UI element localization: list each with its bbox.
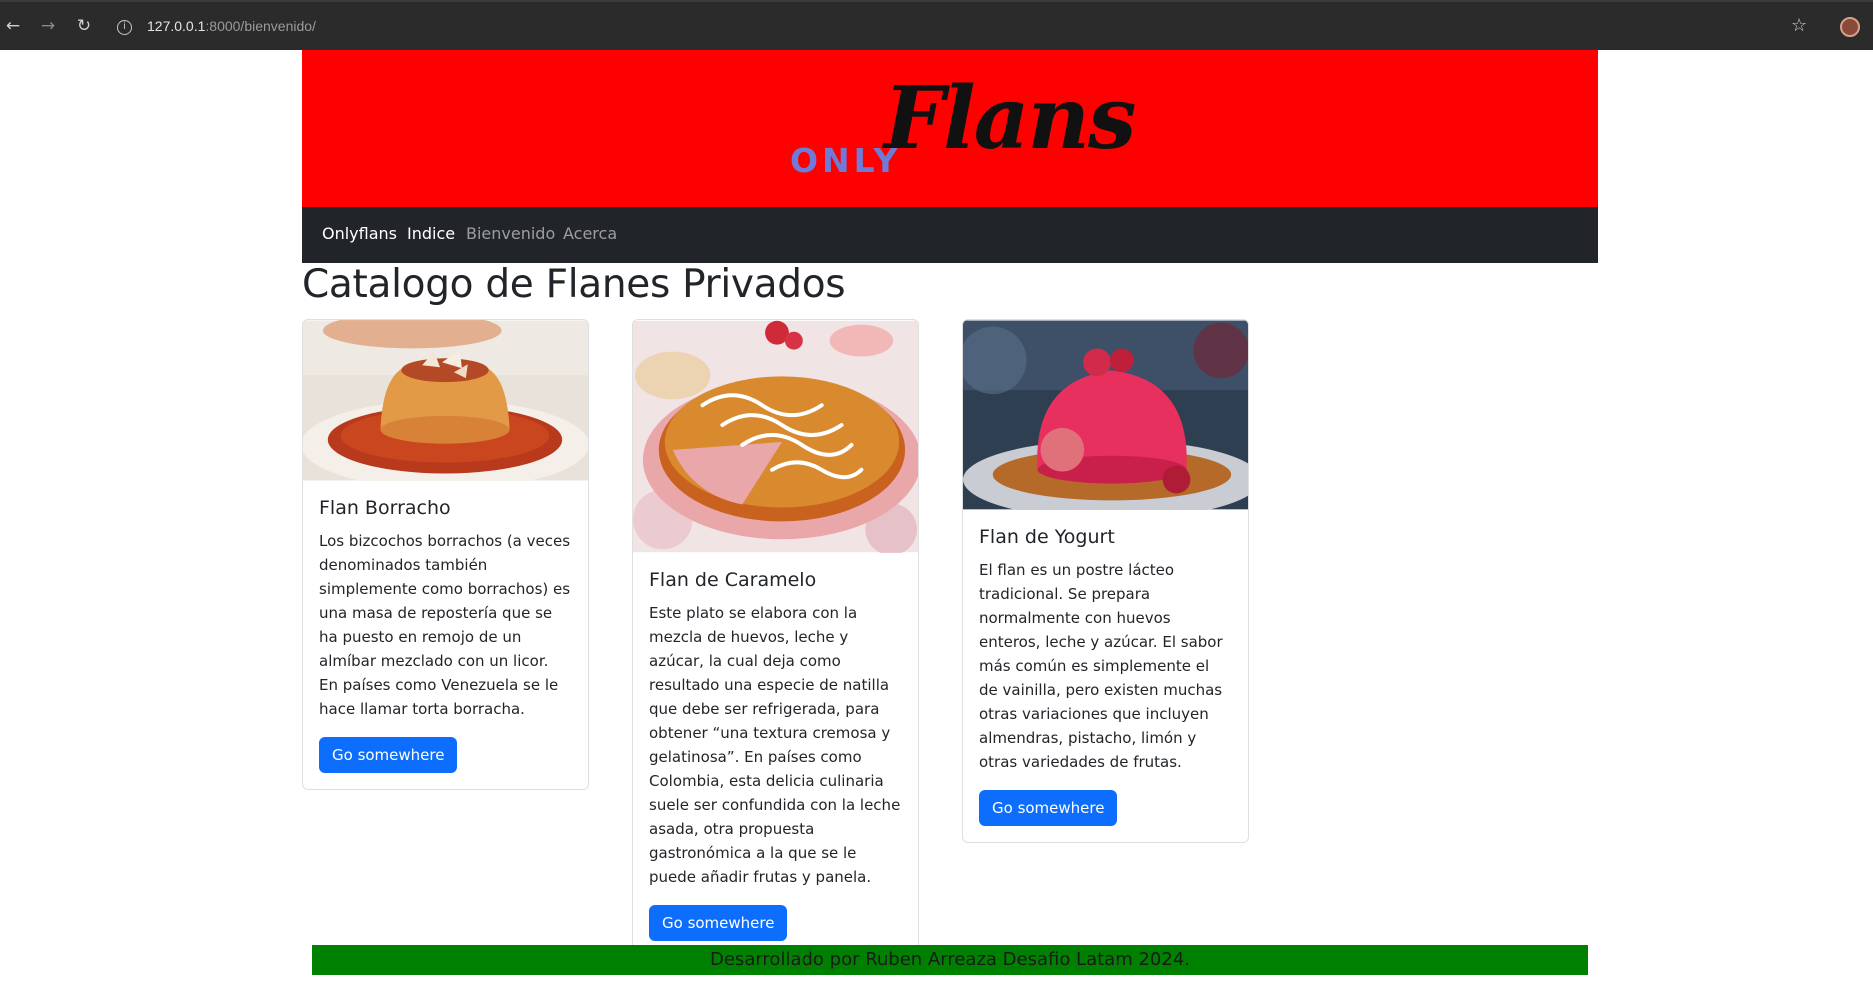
nav-link-indice[interactable]: Indice [407, 224, 455, 243]
card-body: Flan de Caramelo Este plato se elabora c… [633, 553, 918, 957]
card-flan-de-caramelo: Flan de Caramelo Este plato se elabora c… [632, 319, 919, 958]
card-title: Flan de Yogurt [979, 526, 1115, 548]
url-path: :8000/bienvenido/ [205, 18, 316, 34]
card-title: Flan Borracho [319, 497, 451, 519]
nav-link-acerca[interactable]: Acerca [563, 224, 617, 243]
card-flan-borracho: Flan Borracho Los bizcochos borrachos (a… [302, 319, 589, 790]
main-navbar: Onlyflans Indice Bienvenido Acerca [302, 207, 1598, 263]
card-flan-de-yogurt: Flan de Yogurt El flan es un postre láct… [962, 319, 1249, 843]
go-somewhere-button[interactable]: Go somewhere [979, 790, 1118, 826]
site-info-icon[interactable]: i [117, 20, 132, 35]
flan-de-yogurt-image [963, 320, 1248, 510]
navbar-brand[interactable]: Onlyflans [322, 224, 397, 243]
back-arrow-icon[interactable]: ← [2, 15, 24, 37]
page-title: Catalogo de Flanes Privados [302, 262, 846, 307]
flan-borracho-image [303, 320, 588, 481]
browser-toolbar: ← → ↻ i 127.0.0.1:8000/bienvenido/ ☆ [0, 0, 1873, 50]
card-body: Flan Borracho Los bizcochos borrachos (a… [303, 481, 588, 789]
logo-flans-text: Flans [884, 68, 1136, 169]
card-text: El flan es un postre lácteo tradicional.… [979, 561, 1223, 771]
card-text: Este plato se elabora con la mezcla de h… [649, 604, 901, 886]
bookmark-star-icon[interactable]: ☆ [1791, 15, 1807, 37]
header-banner: ONLY Flans [302, 50, 1598, 207]
nav-link-bienvenido[interactable]: Bienvenido [466, 224, 555, 243]
address-bar[interactable]: 127.0.0.1:8000/bienvenido/ [147, 18, 316, 34]
card-body: Flan de Yogurt El flan es un postre láct… [963, 510, 1248, 842]
onlyflans-logo: ONLY Flans [790, 68, 1136, 198]
footer: Desarrollado por Ruben Arreaza Desafio L… [312, 945, 1588, 975]
card-title: Flan de Caramelo [649, 569, 817, 591]
card-text: Los bizcochos borrachos (a veces denomin… [319, 532, 571, 718]
go-somewhere-button[interactable]: Go somewhere [319, 737, 458, 773]
flan-de-caramelo-image [633, 320, 918, 553]
profile-avatar-icon[interactable] [1840, 17, 1860, 37]
forward-arrow-icon[interactable]: → [37, 15, 59, 37]
go-somewhere-button[interactable]: Go somewhere [649, 905, 788, 941]
reload-icon[interactable]: ↻ [73, 15, 95, 37]
url-host: 127.0.0.1 [147, 18, 206, 34]
